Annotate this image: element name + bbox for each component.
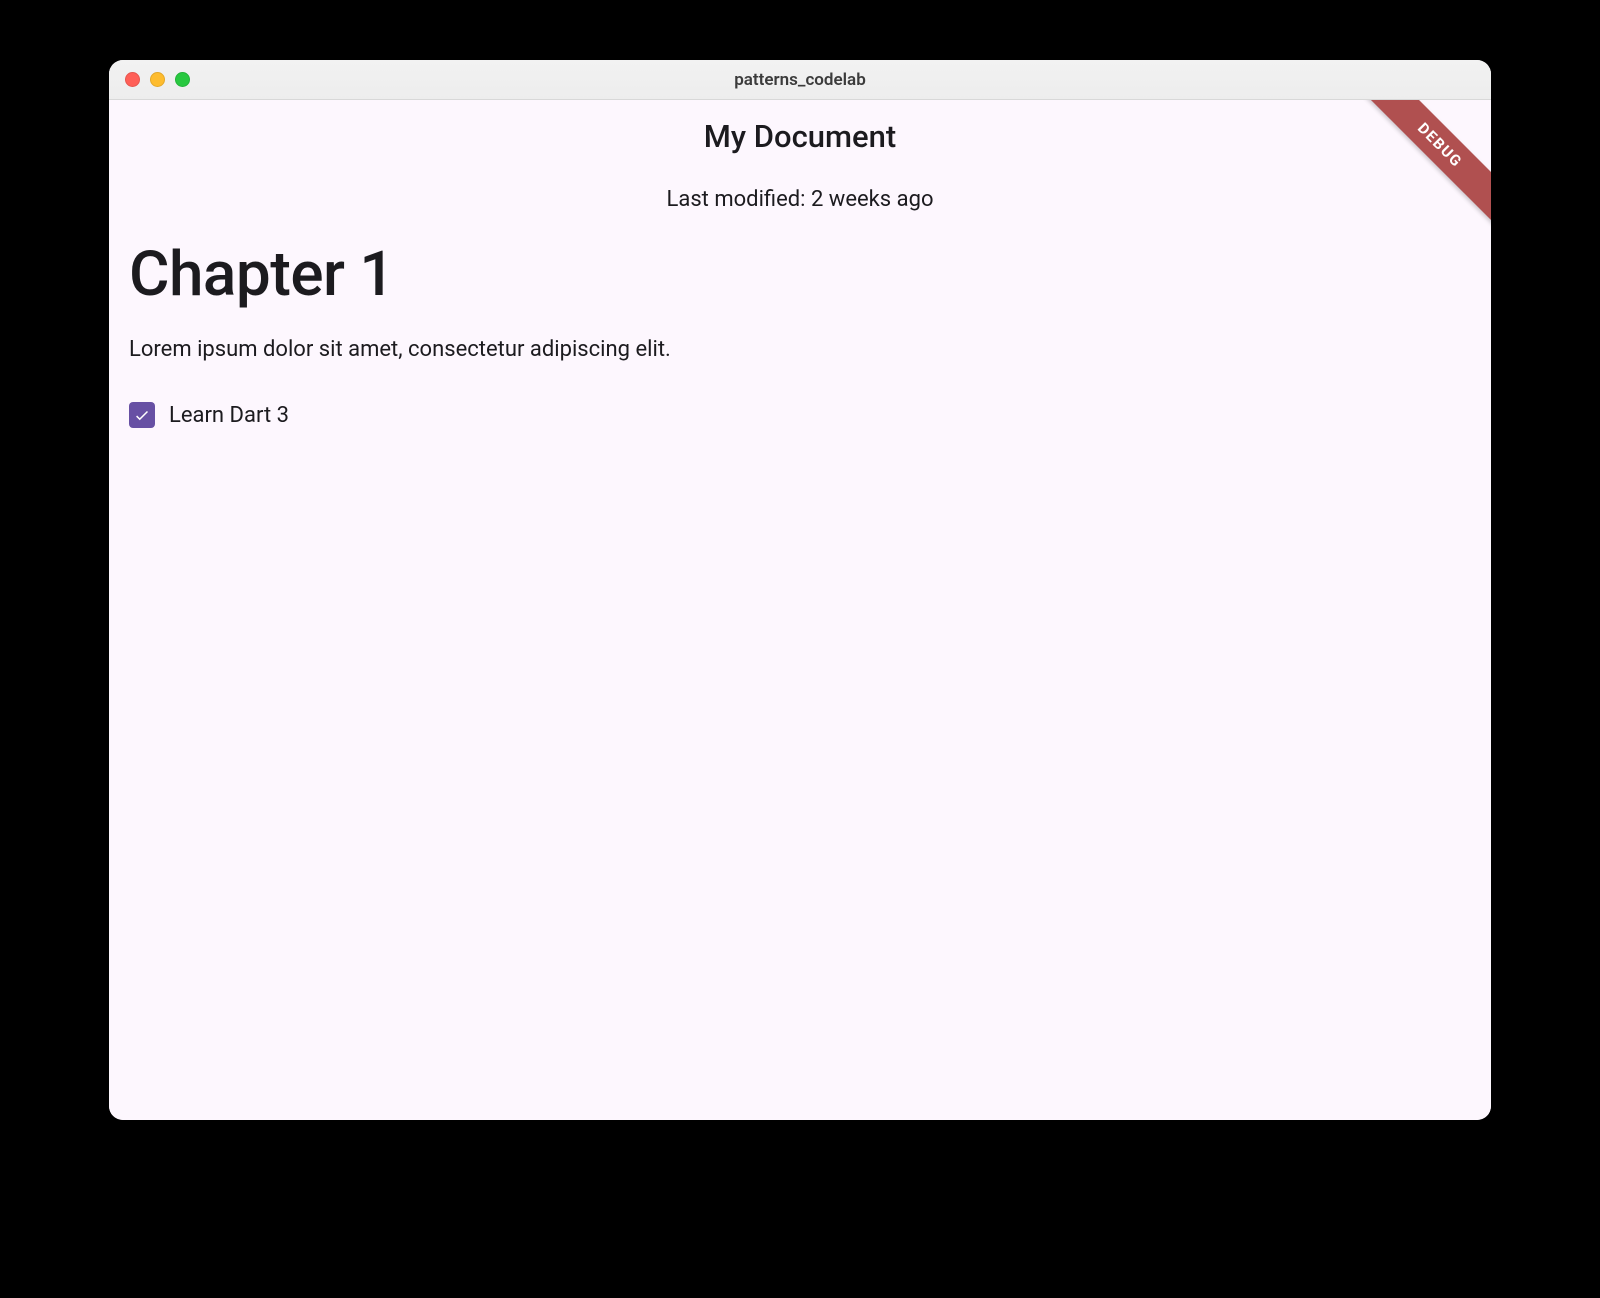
todo-checkbox[interactable] [129, 402, 155, 428]
window-title: patterns_codelab [109, 70, 1491, 90]
app-header: My Document Last modified: 2 weeks ago [109, 100, 1491, 212]
last-modified-label: Last modified: 2 weeks ago [109, 187, 1491, 212]
chapter-heading: Chapter 1 [129, 238, 1471, 311]
traffic-lights [109, 72, 190, 87]
body-paragraph: Lorem ipsum dolor sit amet, consectetur … [129, 337, 1471, 362]
app-body: My Document Last modified: 2 weeks ago C… [109, 100, 1491, 1120]
close-button[interactable] [125, 72, 140, 87]
check-icon [133, 406, 151, 424]
app-window: patterns_codelab My Document Last modifi… [109, 60, 1491, 1120]
titlebar[interactable]: patterns_codelab [109, 60, 1491, 100]
maximize-button[interactable] [175, 72, 190, 87]
minimize-button[interactable] [150, 72, 165, 87]
content-area: Chapter 1 Lorem ipsum dolor sit amet, co… [109, 212, 1491, 428]
todo-item: Learn Dart 3 [129, 402, 1471, 428]
todo-label: Learn Dart 3 [169, 403, 289, 428]
page-title: My Document [109, 118, 1491, 155]
